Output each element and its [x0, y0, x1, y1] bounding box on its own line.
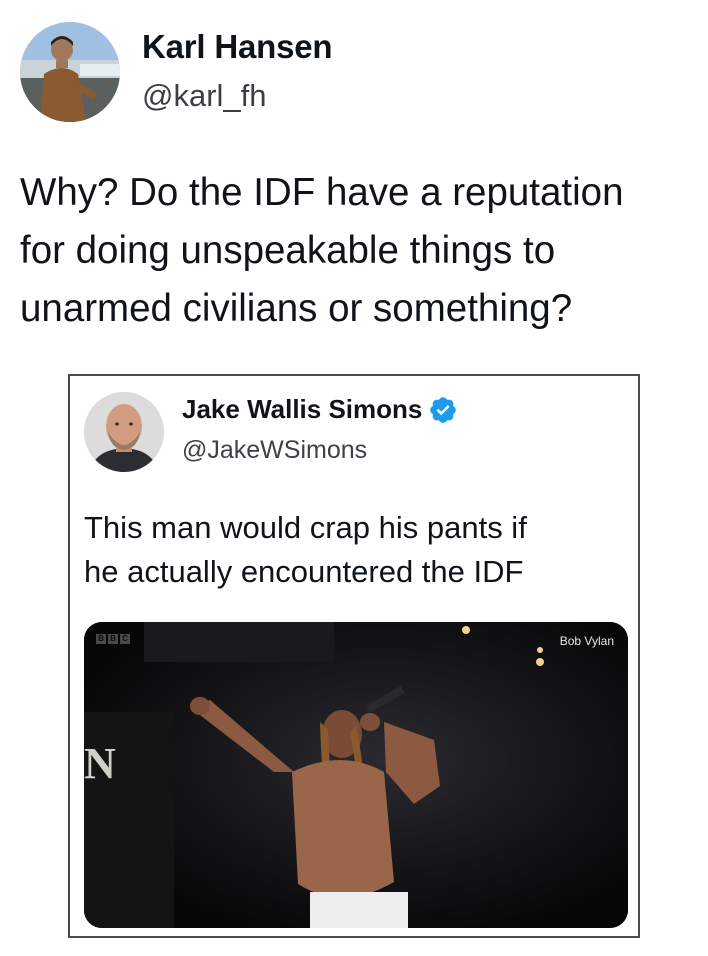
media-image: [84, 622, 628, 928]
author-display-name[interactable]: Karl Hansen: [142, 28, 333, 66]
broadcaster-logo-block: B: [96, 634, 106, 644]
tweet: Karl Hansen @karl_fh Why? Do the IDF hav…: [0, 0, 708, 956]
quoted-author-handle[interactable]: @JakeWSimons: [182, 436, 367, 465]
quoted-tweet-text-line: he actually encountered the IDF: [84, 554, 524, 589]
quoted-author-name-row: Jake Wallis Simons: [182, 394, 458, 425]
stage-sign-letter: N: [84, 739, 118, 788]
verified-badge-icon: [430, 396, 457, 423]
quoted-author-avatar-photo: [84, 392, 164, 472]
quoted-author-display-name[interactable]: Jake Wallis Simons: [182, 394, 422, 425]
tweet-text-line: unarmed civilians or something?: [20, 287, 573, 330]
quoted-tweet-text-line: This man would crap his pants if: [84, 510, 527, 545]
quoted-tweet-card[interactable]: Jake Wallis Simons @JakeWSimons This man…: [68, 374, 640, 938]
quoted-tweet-text: This man would crap his pants if he actu…: [84, 506, 624, 594]
media-caption: Bob Vylan: [559, 634, 614, 648]
quoted-tweet-media[interactable]: B B C Bob Vylan N: [84, 622, 628, 928]
broadcaster-logo: B B C: [96, 634, 130, 644]
broadcaster-logo-block: B: [108, 634, 118, 644]
tweet-text: Why? Do the IDF have a reputation for do…: [20, 164, 700, 338]
tweet-text-line: Why? Do the IDF have a reputation: [20, 171, 624, 214]
author-avatar-photo: [20, 22, 120, 122]
broadcaster-logo-block: C: [120, 634, 130, 644]
tweet-text-line: for doing unspeakable things to: [20, 229, 556, 272]
quoted-author-avatar[interactable]: [84, 392, 164, 472]
author-avatar[interactable]: [20, 22, 120, 122]
author-handle[interactable]: @karl_fh: [142, 78, 267, 114]
